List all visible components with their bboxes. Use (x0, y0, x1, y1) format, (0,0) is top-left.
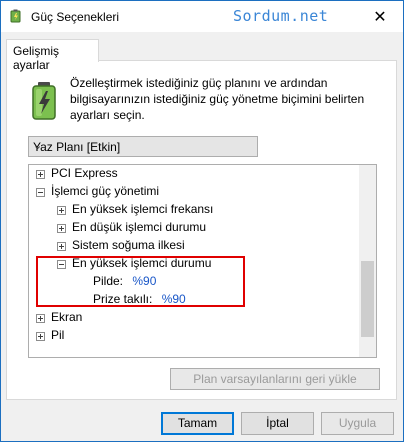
expand-plus-icon[interactable] (36, 332, 45, 341)
scrollbar-thumb[interactable] (361, 261, 374, 337)
power-options-app-icon (10, 9, 21, 23)
window-title: Güç Seçenekleri (31, 10, 120, 24)
apply-button[interactable]: Uygula (321, 412, 394, 435)
expand-plus-icon[interactable] (57, 242, 66, 251)
tab-label: Gelişmiş ayarlar (13, 44, 60, 72)
power-options-window: Güç Seçenekleri Sordum.net ✕ Gelişmiş ay… (0, 0, 404, 442)
chevron-down-icon: ⌄ (33, 140, 43, 152)
power-plan-dropdown[interactable]: Yaz Planı [Etkin] ⌄ (28, 136, 258, 157)
battery-power-icon (32, 82, 56, 120)
description-text: Özelleştirmek istediğiniz güç planını ve… (70, 76, 365, 122)
collapse-minus-icon[interactable] (36, 188, 45, 197)
highlight-box (36, 256, 245, 307)
expand-plus-icon[interactable] (36, 314, 45, 323)
close-button[interactable]: ✕ (357, 1, 403, 32)
tab-advanced-settings[interactable]: Gelişmiş ayarlar (6, 39, 99, 72)
title-bar: Güç Seçenekleri Sordum.net ✕ (1, 1, 403, 32)
expand-plus-icon[interactable] (57, 206, 66, 215)
watermark-text: Sordum.net (233, 7, 329, 25)
ok-button[interactable]: Tamam (161, 412, 234, 435)
expand-plus-icon[interactable] (36, 170, 45, 179)
close-icon: ✕ (373, 8, 387, 26)
restore-defaults-button[interactable]: Plan varsayılanlarını geri yükle (170, 368, 380, 390)
expand-plus-icon[interactable] (57, 224, 66, 233)
tree-scrollbar[interactable] (359, 165, 376, 357)
cancel-button[interactable]: İptal (241, 412, 314, 435)
